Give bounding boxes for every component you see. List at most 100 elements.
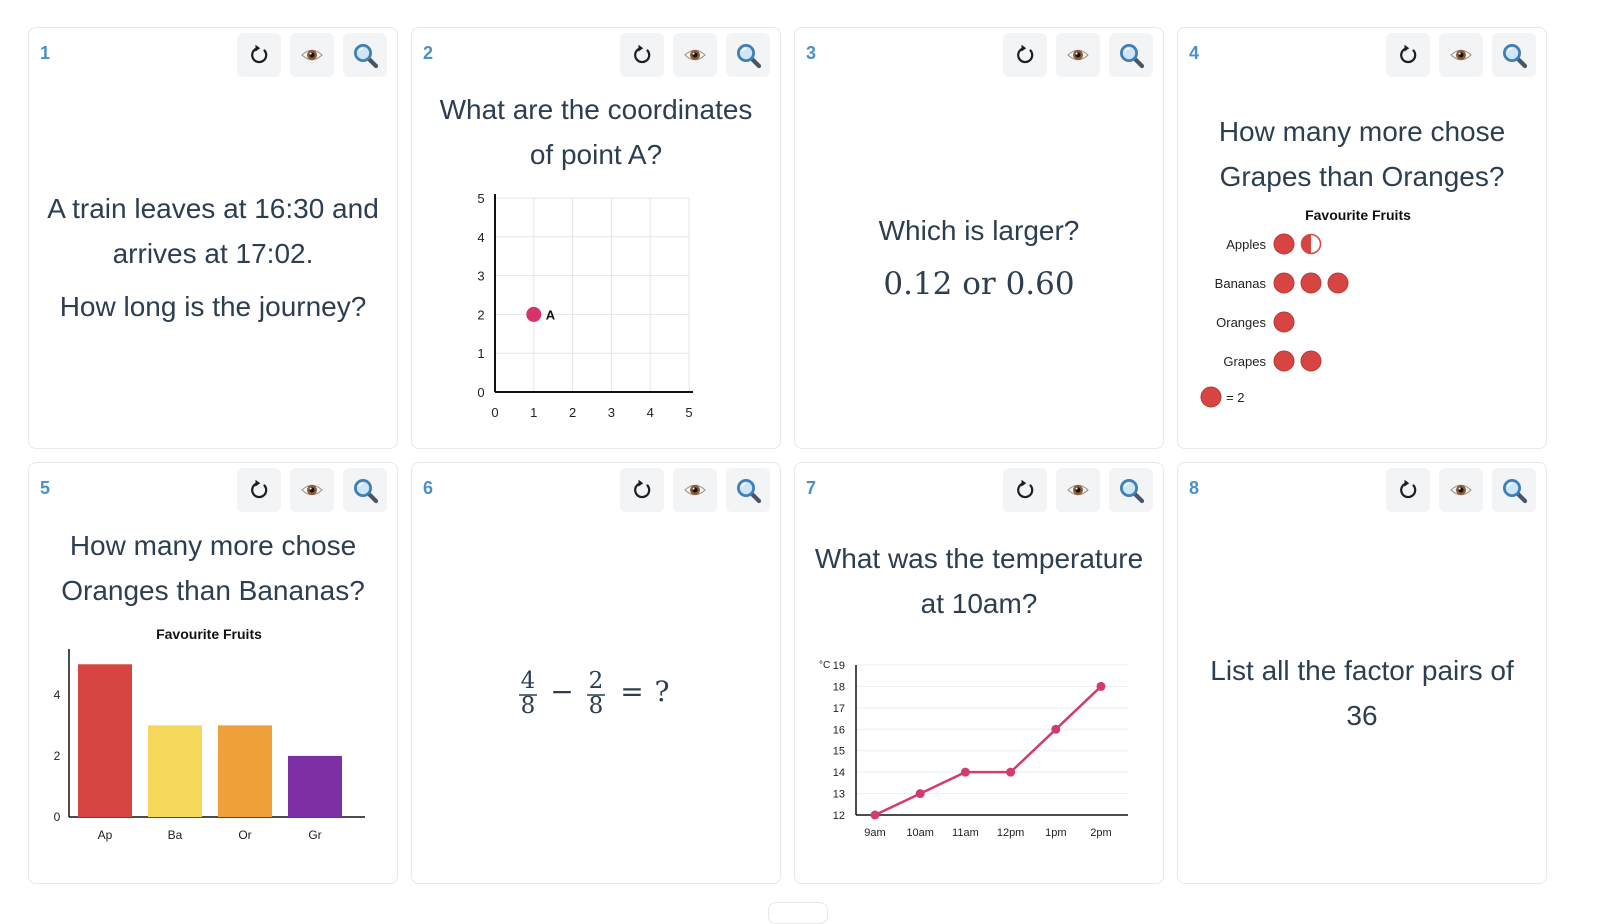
x-tick-label: 5	[685, 405, 692, 420]
reveal-answer-button[interactable]	[1056, 33, 1100, 77]
fraction-expression: 4 8 − 2 8 = ?	[519, 668, 670, 719]
x-tick-label: 12pm	[997, 827, 1025, 839]
card-number: 1	[40, 43, 51, 63]
card-toolbar	[237, 33, 387, 77]
refresh-icon	[1017, 43, 1034, 64]
magnifier-icon	[1492, 468, 1536, 512]
y-tick-label: 14	[833, 767, 845, 779]
refresh-button[interactable]	[237, 33, 281, 77]
bar	[288, 755, 342, 817]
coordinate-grid-chart: 0 1 2 3 4 5 0 1 2 3 4 5 A	[477, 191, 693, 420]
y-tick-label: 1	[477, 346, 484, 361]
question-card-2: 2 What are the coordinates of point A? 0…	[411, 27, 781, 449]
bar	[148, 725, 202, 817]
data-point	[915, 789, 925, 799]
x-tick-label: 3	[608, 405, 615, 420]
fraction-b-denominator: 8	[589, 693, 604, 719]
pictogram-symbol	[1273, 233, 1295, 255]
question-card-1: 1 A train leaves at 16:30 and arrives at…	[28, 27, 398, 449]
reveal-answer-button[interactable]	[290, 33, 334, 77]
y-tick-label: 0	[54, 810, 61, 824]
question-card-8: 8 List all the factor pairs of 36	[1177, 462, 1547, 884]
eye-icon	[1450, 484, 1472, 496]
y-tick-label: 5	[477, 191, 484, 206]
zoom-button[interactable]	[1109, 33, 1153, 77]
card-number: 8	[1189, 478, 1200, 498]
x-tick-label: Ap	[98, 828, 113, 842]
refresh-button[interactable]	[1003, 33, 1047, 77]
sub-question: 0.12 or 0.60	[795, 261, 1163, 307]
card-toolbar	[1003, 33, 1153, 77]
question-line: arrives at 17:02.	[112, 238, 314, 269]
pictogram-symbol	[1273, 350, 1295, 372]
y-tick-label: 13	[833, 789, 845, 801]
refresh-icon	[1400, 478, 1417, 499]
y-unit-label: °C	[819, 660, 830, 671]
pictogram-chart: Favourite Fruits Apples Bananas Oranges Grap…	[1200, 207, 1411, 408]
bar	[78, 664, 132, 817]
question-card-4: 4 How many more chose Grapes than Orange…	[1177, 27, 1547, 449]
scroll-tab[interactable]	[768, 902, 828, 924]
equals-operator: =	[620, 675, 643, 708]
x-tick-label: 4	[647, 405, 654, 420]
data-point	[1051, 724, 1061, 734]
pictogram-symbol	[1273, 311, 1295, 333]
x-tick-label: 1pm	[1045, 827, 1066, 839]
key-symbol	[1200, 386, 1222, 408]
fraction-b-numerator: 2	[589, 668, 604, 694]
point-label: A	[546, 307, 556, 322]
key-label: = 2	[1226, 390, 1244, 405]
x-tick-label: 2	[569, 405, 576, 420]
chart-title: Favourite Fruits	[1305, 207, 1411, 223]
question-line: A train leaves at 16:30 and	[47, 193, 379, 224]
x-tick-label: 11am	[952, 827, 979, 839]
data-point	[526, 306, 542, 322]
y-tick-label: 18	[833, 681, 845, 693]
question-text: Which is larger?	[878, 215, 1080, 246]
category-label: Oranges	[1216, 315, 1266, 330]
fraction-a-denominator: 8	[521, 693, 536, 719]
data-point	[1006, 767, 1016, 777]
pictogram-symbol	[1300, 272, 1322, 294]
unknown-symbol: ?	[654, 675, 669, 708]
y-tick-label: 12	[833, 810, 845, 822]
y-tick-label: 2	[477, 307, 484, 322]
pictogram-half-fill	[1301, 234, 1311, 254]
minus-operator: −	[550, 675, 573, 708]
eye-icon	[1067, 49, 1089, 61]
sub-question: How long is the journey?	[59, 291, 367, 322]
pictogram-symbol	[1300, 350, 1322, 372]
question-card-7: 7 What was the temperature at 10am? 12 13…	[794, 462, 1164, 884]
y-tick-label: 4	[54, 688, 61, 702]
question-card-3: 3 Which is larger? 0.12 or 0.60	[794, 27, 1164, 449]
data-point	[870, 810, 880, 820]
y-tick-label: 17	[833, 703, 845, 715]
x-tick-label: 10am	[906, 827, 934, 839]
eye-icon	[301, 49, 323, 61]
x-tick-label: Gr	[308, 828, 321, 842]
x-tick-label: Or	[238, 828, 251, 842]
bar-chart: Favourite Fruits 0 2 4 Ap Ba Or Gr	[54, 626, 365, 842]
zoom-button[interactable]	[1492, 468, 1536, 512]
x-tick-label: 1	[530, 405, 537, 420]
math-expression: 0.12 or 0.60	[883, 266, 1075, 302]
category-label: Bananas	[1215, 276, 1267, 291]
pictogram-symbol	[1327, 272, 1349, 294]
question-line: List all the factor pairs of	[1210, 655, 1514, 686]
pictogram-symbol	[1273, 272, 1295, 294]
x-tick-label: 9am	[864, 827, 885, 839]
magnifier-icon	[1109, 33, 1153, 77]
zoom-button[interactable]	[343, 33, 387, 77]
question-text: A train leaves at 16:30 and arrives at 1…	[29, 186, 397, 276]
refresh-button[interactable]	[1386, 468, 1430, 512]
x-tick-label: 0	[491, 405, 498, 420]
chart-title: Favourite Fruits	[156, 626, 262, 642]
y-tick-label: 16	[833, 724, 845, 736]
data-point	[1096, 681, 1106, 691]
question-text: List all the factor pairs of 36	[1178, 648, 1546, 738]
y-tick-label: 2	[54, 749, 61, 763]
y-tick-label: 15	[833, 746, 845, 758]
reveal-answer-button[interactable]	[1439, 468, 1483, 512]
refresh-icon	[251, 43, 268, 64]
x-tick-label: 2pm	[1090, 827, 1111, 839]
